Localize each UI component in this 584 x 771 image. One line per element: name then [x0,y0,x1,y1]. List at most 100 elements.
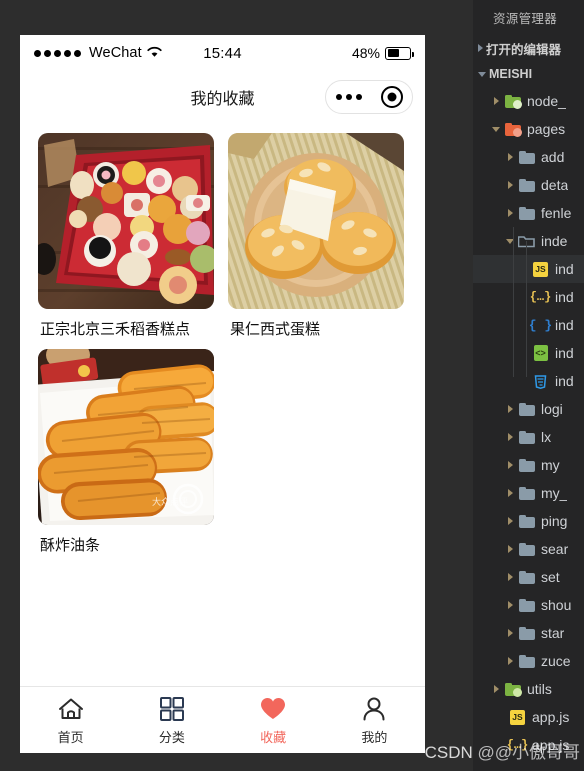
favorite-card[interactable]: 大众点评 酥炸油条 [38,349,214,555]
tree-row-file[interactable]: JS app.js [473,703,584,731]
folder-blue-icon [517,542,536,556]
css-file-icon [531,374,550,389]
tree-row-label: app.js [532,709,570,725]
tree-row-label: utils [527,681,552,697]
chevron-right-icon[interactable] [503,489,517,497]
tree-row-folder[interactable]: sear [473,535,584,563]
section-meishi[interactable]: MEISHI [473,61,584,87]
folder-orange-icon [503,122,522,137]
tab-profile-label: 我的 [361,729,388,745]
person-icon [361,695,387,723]
folder-blue-icon [517,458,536,472]
status-bar: WeChat 15:44 48% [20,35,425,71]
chevron-right-icon[interactable] [503,517,517,525]
html-file-icon: <> [531,345,550,361]
chevron-right-icon[interactable] [489,97,503,105]
tree-row-file[interactable]: {…} ind [473,283,584,311]
tree-row-label: zuce [541,653,571,669]
tree-row-label: my [541,457,560,473]
explorer-panel-title: 资源管理器 [493,12,558,26]
assorted-chinese-pastries-in-red-box-image[interactable] [38,133,214,309]
tab-profile[interactable]: 我的 [324,687,425,753]
chevron-down-icon[interactable] [478,71,486,77]
more-dots-icon[interactable] [335,94,362,100]
favorite-card-title: 酥炸油条 [40,537,101,554]
bottom-tab-bar: 首页 分类 收藏 我的 [20,686,425,753]
svg-text:大众点评: 大众点评 [152,496,188,507]
almond-western-cupcakes-on-wooden-plate-image[interactable] [228,133,404,309]
chevron-right-icon[interactable] [503,209,517,217]
tree-row-folder[interactable]: ping [473,507,584,535]
tree-row-folder[interactable]: lx [473,423,584,451]
folder-green-icon [503,682,522,697]
tree-row-label: logi [541,401,563,417]
tree-row-folder[interactable]: my_ [473,479,584,507]
chevron-right-icon[interactable] [503,405,517,413]
tree-row-folder[interactable]: inde [473,227,584,255]
favorites-grid: 正宗北京三禾稻香糕点 果仁西式蛋糕 大众点评 酥炸油条 [38,133,407,555]
chevron-right-icon[interactable] [478,44,483,52]
tree-row-file[interactable]: JS ind [473,255,584,283]
tree-row-folder[interactable]: shou [473,591,584,619]
chevron-right-icon[interactable] [503,629,517,637]
tree-row-folder[interactable]: fenle [473,199,584,227]
tree-row-file[interactable]: { } ind [473,311,584,339]
tab-categories[interactable]: 分类 [121,687,222,753]
folder-blue-icon [517,402,536,416]
carrier-label: WeChat [89,45,142,61]
target-circle-icon[interactable] [380,86,403,108]
tree-row-label: ind [555,289,574,305]
watermark-prefix: CSDN [424,743,473,762]
folder-blue-icon [517,598,536,612]
favorite-card[interactable]: 果仁西式蛋糕 [228,133,404,339]
grid-categories-icon [159,695,185,723]
chevron-right-icon[interactable] [503,657,517,665]
chevron-right-icon[interactable] [503,461,517,469]
tree-row-folder[interactable]: utils [473,675,584,703]
tree-row-label: ind [555,261,574,277]
tree-row-folder[interactable]: pages [473,115,584,143]
tree-row-folder[interactable]: deta [473,171,584,199]
tree-row-label: star [541,625,565,641]
tree-row-folder[interactable]: set [473,563,584,591]
tree-row-file[interactable]: <> ind [473,339,584,367]
chevron-right-icon[interactable] [503,153,517,161]
chevron-right-icon[interactable] [489,685,503,693]
tab-home-label: 首页 [57,729,84,745]
tree-row-label: ind [555,317,574,333]
chevron-right-icon[interactable] [503,545,517,553]
tree-row-folder[interactable]: add [473,143,584,171]
folder-blue-icon [517,430,536,444]
tree-row-folder[interactable]: logi [473,395,584,423]
tree-row-label: my_ [541,485,568,501]
status-bar-right: 48% [352,45,414,61]
section-open-editors[interactable]: 打开的编辑器 [473,35,584,61]
tree-row-file[interactable]: ind [473,367,584,395]
tree-row-label: set [541,569,560,585]
heart-icon [259,695,287,723]
fried-youtiao-dough-sticks-on-white-plate-image[interactable]: 大众点评 [38,349,214,525]
chevron-right-icon[interactable] [503,181,517,189]
tree-indent-guide [526,241,527,377]
chevron-right-icon[interactable] [503,433,517,441]
favorite-card-title: 果仁西式蛋糕 [230,321,321,338]
tree-row-folder[interactable]: node_ [473,87,584,115]
wxml-file-icon: { } [528,317,553,333]
chevron-right-icon[interactable] [503,573,517,581]
tab-home[interactable]: 首页 [20,687,121,753]
favorite-card[interactable]: 正宗北京三禾稻香糕点 [38,133,214,339]
wechat-capsule-buttons[interactable] [325,80,413,114]
folder-blue-icon [517,570,536,584]
tree-row-label: lx [541,429,552,445]
favorites-content: 正宗北京三禾稻香糕点 果仁西式蛋糕 大众点评 酥炸油条 [20,123,425,555]
tree-row-file[interactable]: {…} app.js [473,731,584,759]
tree-row-folder[interactable]: zuce [473,647,584,675]
tab-categories-label: 分类 [158,729,185,745]
tree-row-folder[interactable]: my [473,451,584,479]
folder-blue-icon [517,150,536,164]
chevron-down-icon[interactable] [489,126,503,132]
chevron-down-icon[interactable] [503,238,517,244]
tab-favorites[interactable]: 收藏 [223,687,324,753]
chevron-right-icon[interactable] [503,601,517,609]
tree-row-folder[interactable]: star [473,619,584,647]
